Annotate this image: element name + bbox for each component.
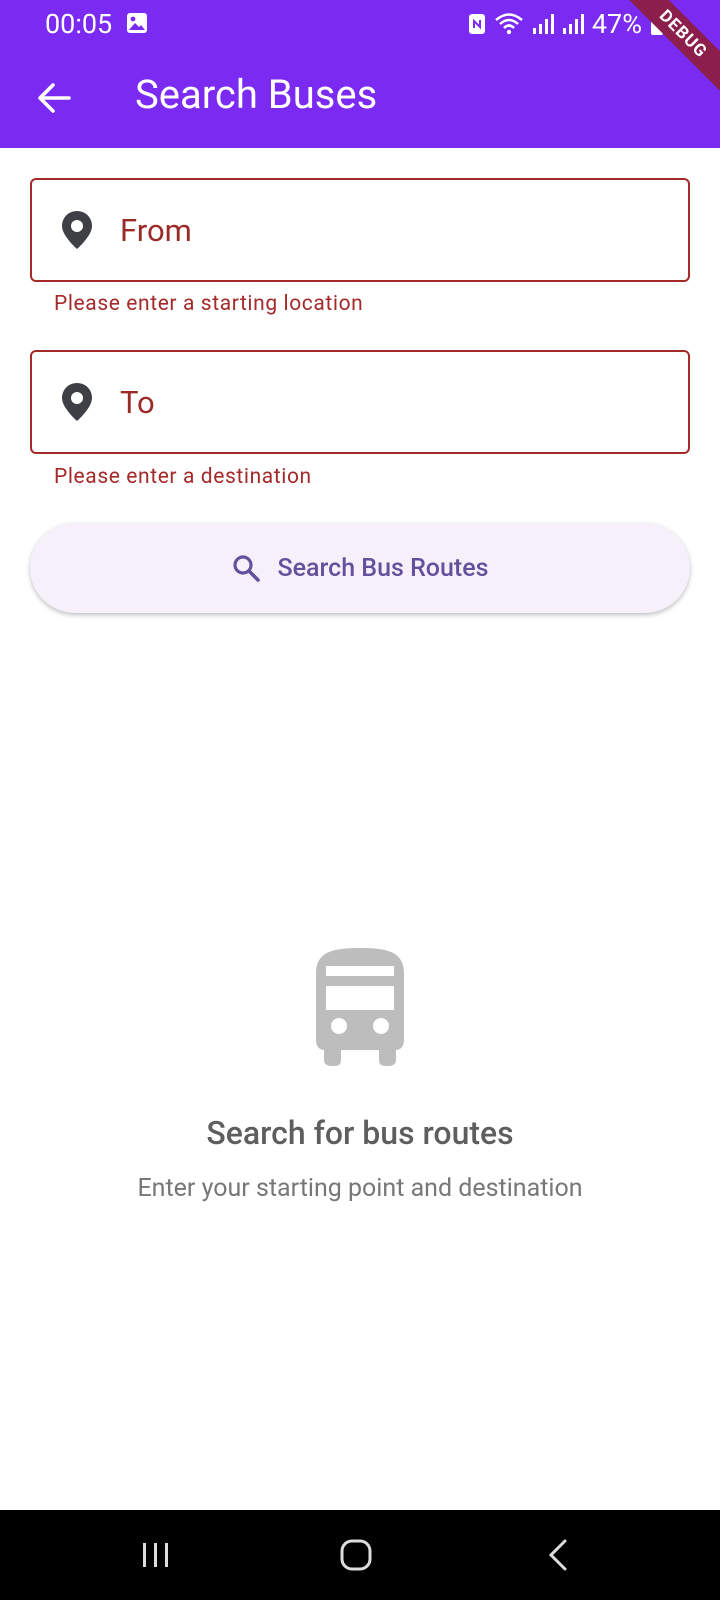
nfc-icon	[468, 14, 485, 34]
wifi-icon	[495, 13, 523, 35]
empty-state: Search for bus routes Enter your startin…	[0, 944, 720, 1203]
status-icons: 47%	[468, 8, 664, 40]
from-error-text: Please enter a starting location	[54, 292, 364, 316]
search-bus-routes-button[interactable]: Search Bus Routes	[30, 523, 690, 613]
home-icon	[340, 1539, 372, 1571]
to-field[interactable]	[30, 350, 690, 454]
back-icon	[548, 1539, 567, 1571]
recents-icon	[143, 1543, 168, 1567]
location-pin-icon	[62, 383, 92, 421]
page-title: Search Buses	[135, 71, 378, 118]
status-time: 00:05	[45, 8, 113, 40]
recents-button[interactable]	[126, 1530, 186, 1580]
home-button[interactable]	[326, 1530, 386, 1580]
back-button[interactable]	[30, 74, 78, 122]
empty-state-subtitle: Enter your starting point and destinatio…	[137, 1174, 583, 1203]
empty-state-title: Search for bus routes	[206, 1114, 514, 1152]
location-pin-icon	[62, 211, 92, 249]
app-bar: Search Buses	[0, 48, 720, 148]
from-field[interactable]	[30, 178, 690, 282]
status-bar: 00:05 47%	[0, 0, 720, 48]
arrow-left-icon	[38, 83, 71, 113]
nav-back-button[interactable]	[528, 1530, 588, 1580]
search-button-label: Search Bus Routes	[277, 553, 489, 583]
to-error-text: Please enter a destination	[54, 465, 312, 489]
signal-icon	[532, 14, 554, 34]
battery-percent: 47%	[591, 8, 642, 40]
from-input[interactable]	[120, 198, 660, 262]
system-nav-bar	[0, 1510, 720, 1600]
image-icon	[127, 13, 147, 33]
bus-icon	[316, 948, 404, 1066]
signal-icon	[562, 14, 584, 34]
search-icon	[232, 555, 260, 582]
to-input[interactable]	[120, 370, 660, 434]
